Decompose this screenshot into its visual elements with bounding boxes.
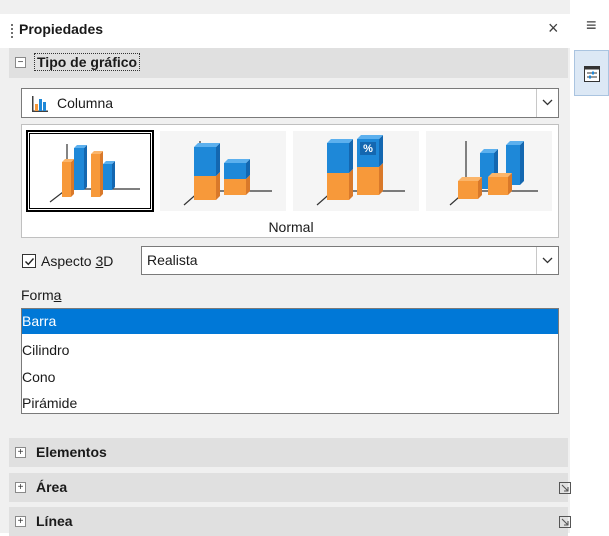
deep-3d-columns-icon [449, 141, 538, 206]
section-chart-type-title: Tipo de gráfico [34, 53, 141, 71]
expand-icon[interactable]: + [15, 516, 26, 527]
column-chart-icon [32, 96, 48, 112]
gallery-selected-label: Normal [268, 219, 314, 235]
shape-option-cono[interactable]: Cono [22, 365, 558, 390]
shape-option-piramide[interactable]: Pirámide [22, 391, 558, 416]
variant-stacked-thumb[interactable] [160, 131, 286, 211]
aspect-3d-dropdown[interactable]: Realista [141, 246, 559, 275]
shape-label-key: a [53, 287, 62, 303]
aspect-3d-checkbox[interactable] [22, 254, 36, 268]
more-options-icon[interactable] [559, 482, 571, 494]
percent-stacked-3d-columns-icon: % [316, 135, 405, 206]
panel-titlebar: Propiedades × [0, 14, 570, 48]
close-icon[interactable]: × [548, 18, 559, 39]
section-elements-title: Elementos [36, 444, 107, 460]
shape-label-pre: Form [21, 287, 54, 303]
section-line-header[interactable]: + Línea [9, 507, 571, 536]
stacked-3d-columns-icon [183, 141, 272, 206]
check-icon [25, 258, 35, 266]
section-chart-type-header[interactable]: − Tipo de gráfico [9, 48, 568, 78]
panel-title: Propiedades [19, 21, 104, 37]
sidebar-menu-icon[interactable]: ≡ [586, 16, 597, 34]
percent-glyph: % [363, 143, 373, 155]
expand-icon[interactable]: + [15, 447, 26, 458]
aspect-3d-label: Aspecto 3D [41, 253, 113, 269]
chart-variant-gallery: % Normal [21, 124, 559, 238]
aspect-3d-label-post: D [103, 253, 114, 269]
shape-listbox[interactable]: Barra Cilindro Cono Pirámide [21, 308, 559, 414]
chevron-down-icon[interactable] [536, 89, 558, 117]
shape-option-barra[interactable]: Barra [22, 309, 558, 334]
shape-option-cilindro[interactable]: Cilindro [22, 338, 558, 363]
variant-normal-thumb[interactable] [26, 130, 154, 212]
chart-type-dropdown[interactable]: Columna [21, 88, 559, 118]
section-elements-header[interactable]: + Elementos [9, 438, 568, 467]
chart-type-value: Columna [57, 95, 114, 111]
drag-grip-icon[interactable] [11, 24, 13, 38]
properties-tab-button[interactable] [574, 50, 609, 96]
collapse-icon[interactable]: − [15, 57, 26, 68]
section-area-title: Área [36, 479, 68, 495]
aspect-3d-label-pre: Aspecto [41, 253, 96, 269]
more-options-icon[interactable] [559, 516, 571, 528]
chevron-down-icon[interactable] [536, 247, 558, 274]
properties-panel: Propiedades × − Tipo de gráfico Columna [0, 0, 571, 536]
variant-percent-stacked-thumb[interactable]: % [293, 131, 419, 211]
variant-deep-thumb[interactable] [426, 131, 552, 211]
shape-label: Forma [21, 287, 61, 303]
section-area-header[interactable]: + Área [9, 473, 571, 502]
section-line-title: Línea [36, 513, 73, 529]
normal-3d-columns-icon [49, 144, 140, 203]
expand-icon[interactable]: + [15, 482, 26, 493]
properties-sliders-icon [584, 66, 600, 82]
aspect-3d-value: Realista [147, 252, 198, 268]
